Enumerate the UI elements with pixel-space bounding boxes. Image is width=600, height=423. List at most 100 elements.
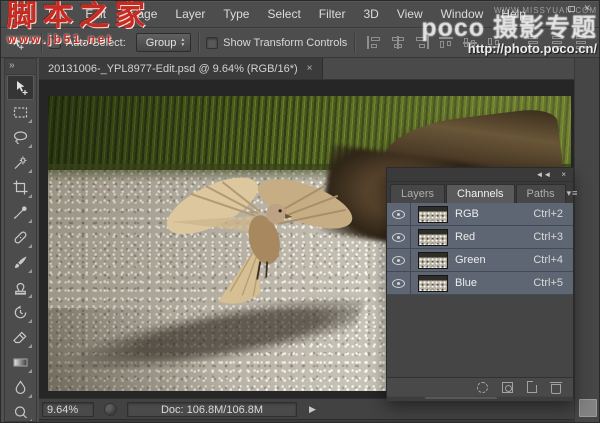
gradient-tool[interactable]	[7, 350, 34, 375]
tab-paths[interactable]: Paths	[516, 184, 566, 203]
menu-help[interactable]: Help	[492, 7, 535, 21]
menu-view[interactable]: View	[388, 7, 432, 21]
delete-channel-icon[interactable]	[551, 384, 561, 394]
tab-channels[interactable]: Channels	[446, 184, 514, 203]
collapse-panel-icon[interactable]: ◄◄	[535, 170, 551, 179]
document-tab[interactable]: 20131006-_YPL8977-Edit.psd @ 9.64% (RGB/…	[39, 58, 323, 79]
menu-layer[interactable]: Layer	[166, 7, 214, 21]
close-icon[interactable]: ×	[307, 63, 313, 74]
panel-header: ◄◄ ×	[387, 168, 573, 182]
channel-thumbnail	[418, 252, 448, 269]
eye-icon	[392, 233, 405, 242]
doc-size-info[interactable]: Doc: 106.8M/106.8M	[127, 402, 297, 417]
eye-icon	[392, 256, 405, 265]
history-brush-icon	[12, 304, 29, 321]
align-left-edges-icon[interactable]	[366, 36, 382, 49]
tools-collapse-button[interactable]: »	[5, 59, 36, 75]
channel-row-rgb[interactable]: RGB Ctrl+2	[387, 203, 573, 226]
crop-tool[interactable]	[7, 175, 34, 200]
visibility-toggle[interactable]	[387, 249, 411, 271]
visibility-toggle[interactable]	[387, 203, 411, 225]
history-brush-tool[interactable]	[7, 300, 34, 325]
auto-select-group-dropdown[interactable]: Group ▲▼	[136, 33, 192, 52]
crop-icon	[12, 179, 29, 196]
window-frame-right	[574, 58, 599, 422]
align-right-edges-icon[interactable]	[414, 36, 430, 49]
channel-shortcut: Ctrl+2	[533, 208, 573, 220]
status-popup-arrow[interactable]: ▶	[309, 404, 316, 415]
channel-thumbnail	[418, 229, 448, 246]
gradient-icon	[12, 354, 29, 371]
show-transform-checkbox[interactable]	[206, 37, 218, 49]
brush-icon	[12, 254, 29, 271]
eyedropper-tool[interactable]	[7, 200, 34, 225]
panel-empty-area	[387, 295, 573, 377]
channel-row-blue[interactable]: Blue Ctrl+5	[387, 272, 573, 295]
channel-row-green[interactable]: Green Ctrl+4	[387, 249, 573, 272]
menu-file[interactable]: File	[39, 7, 76, 21]
group-dropdown-value: Group	[146, 37, 177, 49]
channel-row-red[interactable]: Red Ctrl+3	[387, 226, 573, 249]
panel-menu-icon[interactable]: ▾≡	[567, 188, 585, 203]
menu-window[interactable]: Window	[432, 7, 493, 21]
tab-layers[interactable]: Layers	[390, 184, 445, 203]
align-top-edges-icon[interactable]	[438, 36, 454, 49]
visibility-toggle[interactable]	[387, 272, 411, 294]
align-horizontal-centers-icon[interactable]	[390, 36, 406, 49]
eraser-icon	[12, 329, 29, 346]
distribute-left-icon[interactable]	[525, 36, 541, 49]
show-transform-label: Show Transform Controls	[223, 37, 347, 49]
document-title: 20131006-_YPL8977-Edit.psd @ 9.64% (RGB/…	[48, 63, 298, 75]
align-bottom-edges-icon[interactable]	[486, 36, 502, 49]
distribute-right-icon[interactable]	[573, 36, 589, 49]
clone-stamp-tool[interactable]	[7, 275, 34, 300]
distribute-centers-icon[interactable]	[549, 36, 565, 49]
magic-wand-tool[interactable]	[7, 150, 34, 175]
new-channel-icon[interactable]	[527, 381, 537, 393]
menu-image[interactable]: Image	[115, 7, 166, 21]
tools-panel: »	[4, 58, 37, 422]
menu-select[interactable]: Select	[258, 7, 309, 21]
menu-type[interactable]: Type	[214, 7, 258, 21]
healing-brush-tool[interactable]	[7, 225, 34, 250]
move-tool-preset[interactable]: ▾	[9, 35, 32, 51]
menu-filter[interactable]: Filter	[310, 7, 355, 21]
channel-name: Green	[455, 254, 486, 266]
save-selection-icon[interactable]	[502, 382, 513, 393]
divider	[513, 33, 514, 53]
divider	[354, 33, 355, 53]
move-tool[interactable]	[7, 75, 34, 100]
auto-select-checkbox[interactable]	[49, 37, 61, 49]
visibility-toggle[interactable]	[387, 226, 411, 248]
rectangular-marquee-tool[interactable]	[7, 100, 34, 125]
updown-arrows-icon: ▲▼	[180, 38, 185, 47]
align-vertical-centers-icon[interactable]	[462, 36, 478, 49]
divider	[198, 33, 199, 53]
brush-tool[interactable]	[7, 250, 34, 275]
channel-shortcut: Ctrl+5	[533, 277, 573, 289]
channel-name: RGB	[455, 208, 479, 220]
menu-3d[interactable]: 3D	[354, 7, 387, 21]
chevron-down-icon: ▾	[28, 38, 32, 47]
marquee-icon	[12, 104, 29, 121]
channels-panel: ◄◄ × Layers Channels Paths ▾≡ RGB Ctrl+2…	[386, 167, 574, 399]
channel-shortcut: Ctrl+3	[533, 231, 573, 243]
eraser-tool[interactable]	[7, 325, 34, 350]
channel-shortcut: Ctrl+4	[533, 254, 573, 266]
blur-tool[interactable]	[7, 375, 34, 400]
resize-grip[interactable]	[579, 399, 597, 417]
menu-edit[interactable]: Edit	[76, 7, 115, 21]
stamp-icon	[12, 279, 29, 296]
close-panel-icon[interactable]: ×	[561, 170, 566, 179]
panel-scrollbar[interactable]	[387, 397, 573, 401]
lasso-tool[interactable]	[7, 125, 34, 150]
dodge-tool[interactable]	[7, 400, 34, 422]
load-selection-icon[interactable]	[477, 382, 488, 393]
window-frame-bottom	[39, 419, 574, 422]
zoom-level-field[interactable]: 9.64%	[42, 402, 94, 417]
photoshop-window: File Edit Image Layer Type Select Filter…	[0, 0, 600, 423]
dodge-icon	[12, 404, 29, 421]
channel-thumbnail	[418, 275, 448, 292]
status-icon[interactable]	[104, 403, 117, 416]
divider	[41, 33, 42, 53]
